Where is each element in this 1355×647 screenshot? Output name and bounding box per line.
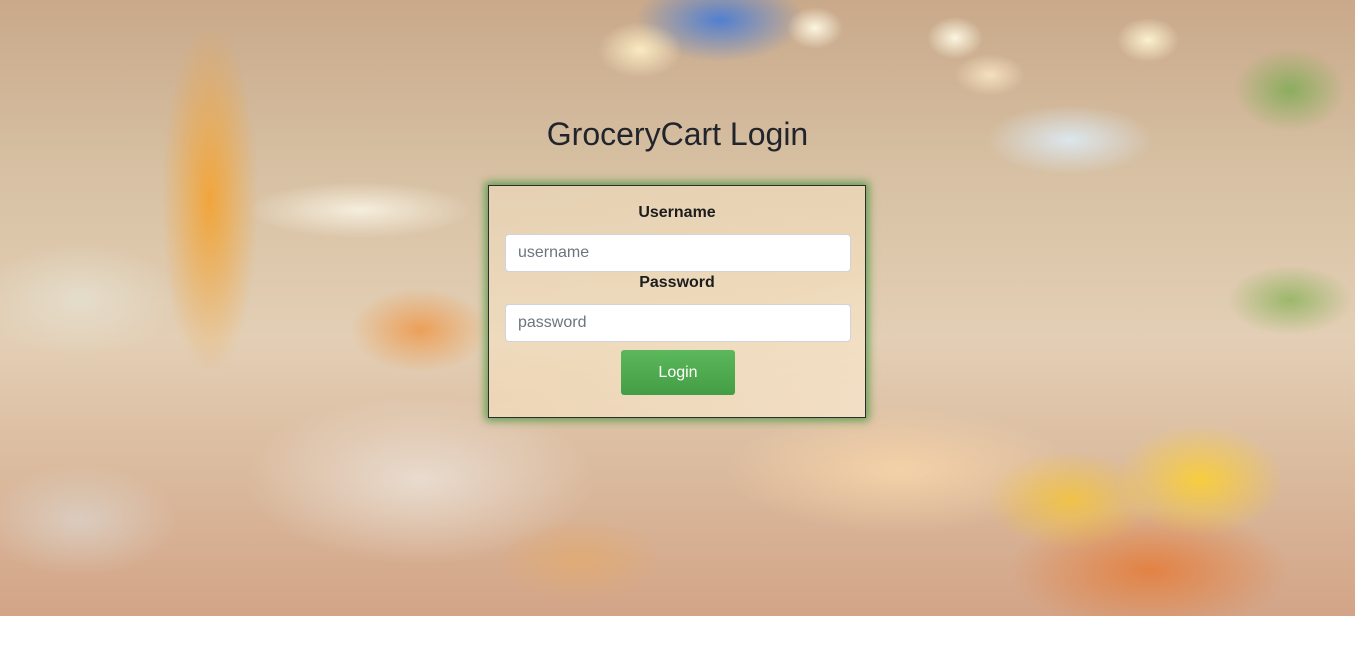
username-input[interactable] bbox=[505, 234, 851, 272]
password-label: Password bbox=[639, 274, 715, 291]
login-form: Username Password Login bbox=[488, 185, 866, 418]
login-button[interactable]: Login bbox=[621, 350, 735, 395]
username-label: Username bbox=[638, 204, 716, 221]
page-title: GroceryCart Login bbox=[546, 116, 809, 152]
password-input[interactable] bbox=[505, 304, 851, 342]
